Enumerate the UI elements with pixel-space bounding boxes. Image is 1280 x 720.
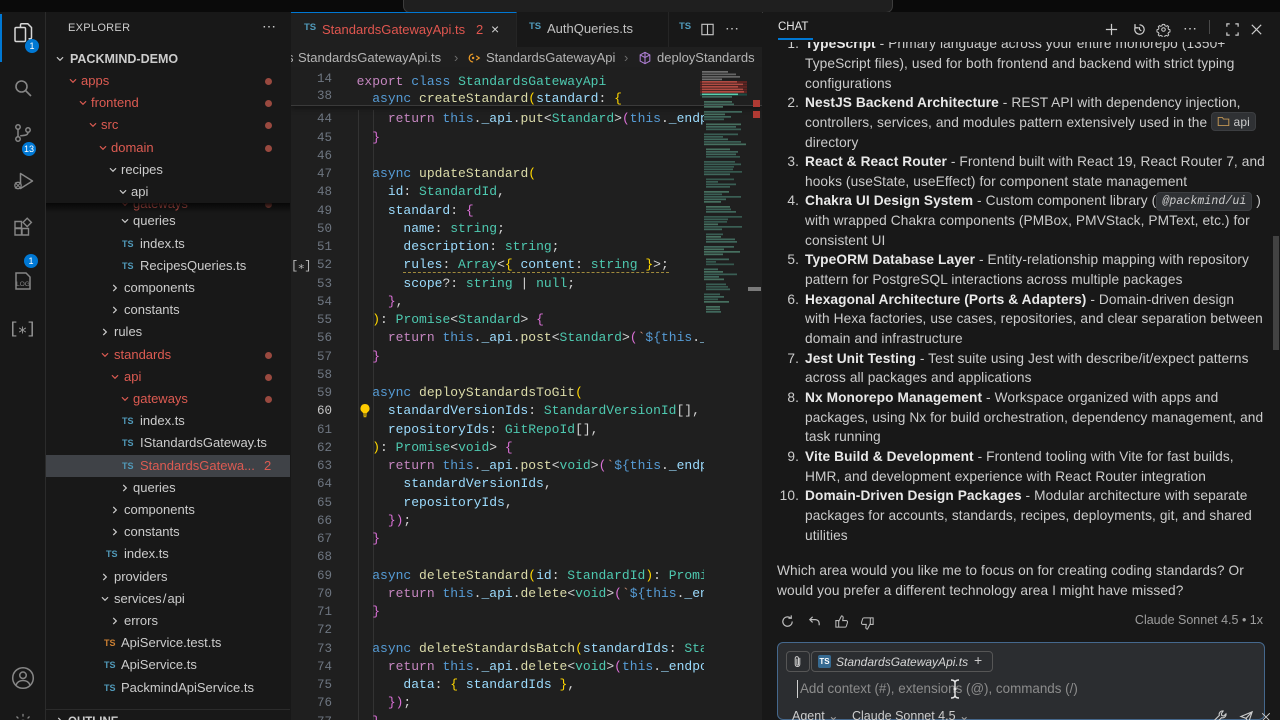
svg-text:LOG: LOG <box>16 281 30 288</box>
